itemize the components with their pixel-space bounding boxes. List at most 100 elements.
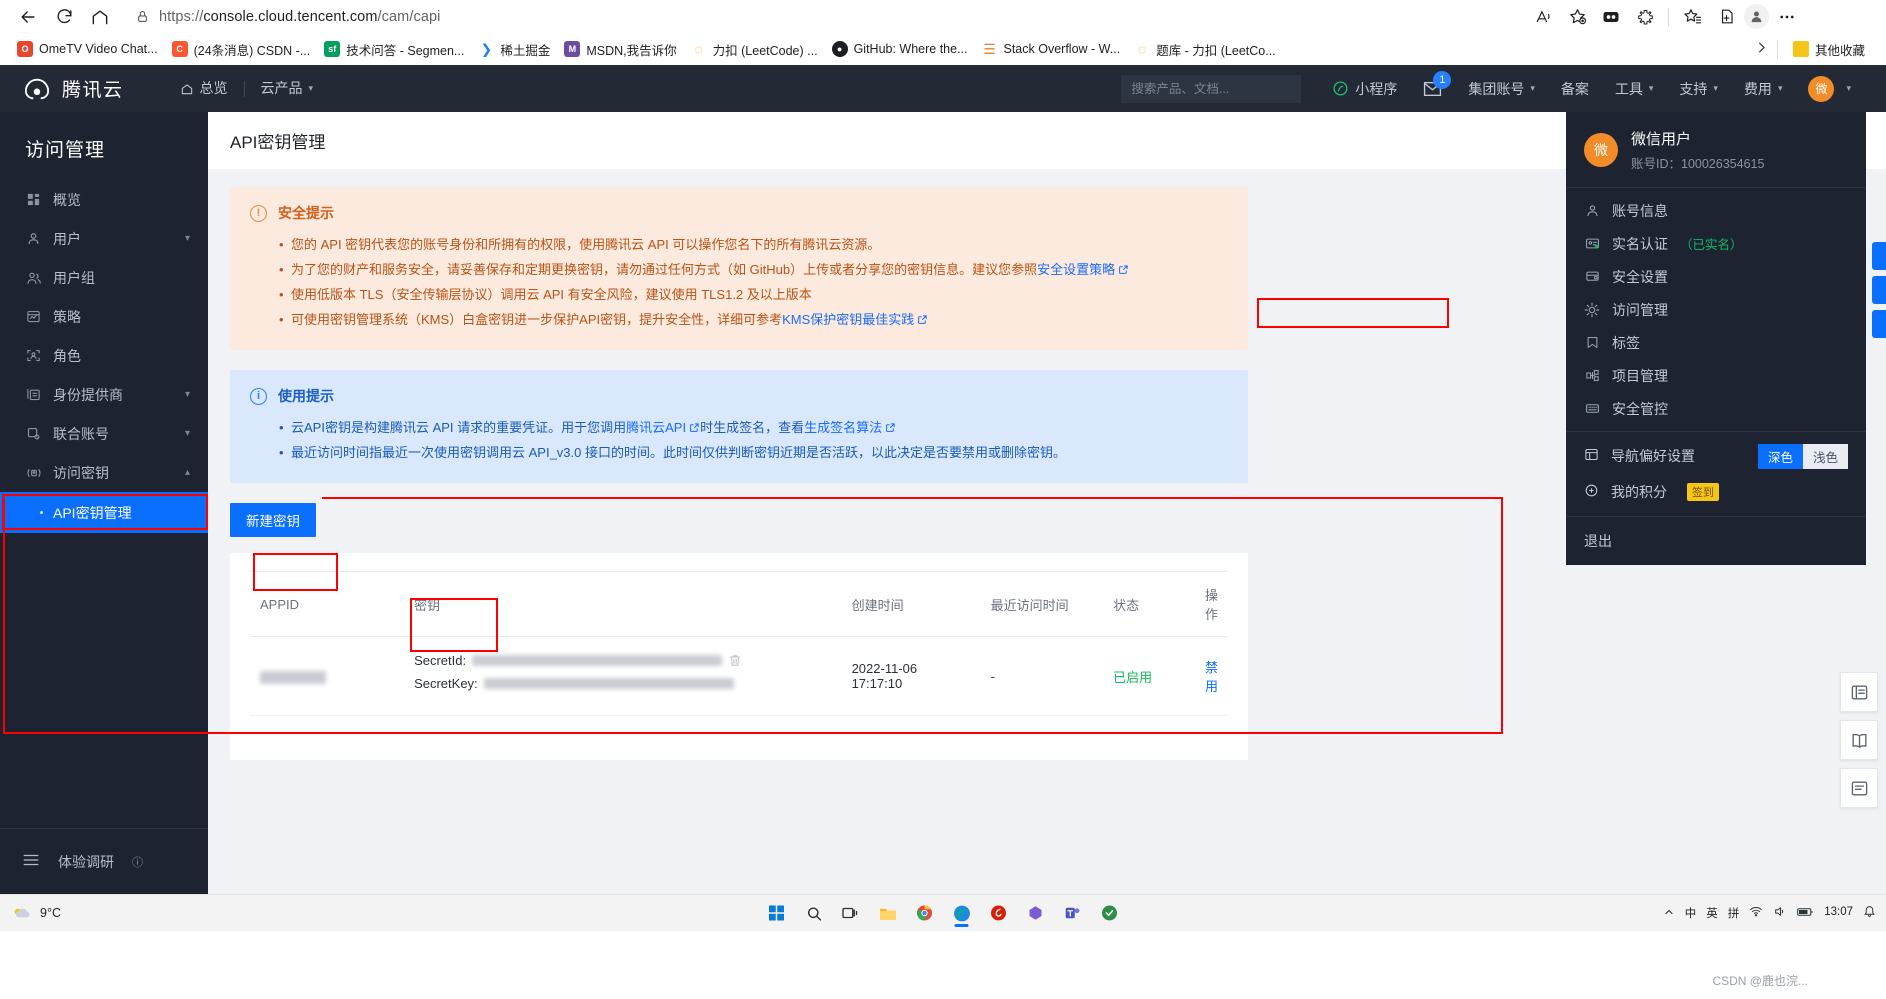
user-menu-account-info[interactable]: 账号信息 bbox=[1566, 194, 1866, 227]
user-menu-project-management[interactable]: 项目管理 bbox=[1566, 359, 1866, 392]
feedback-icon[interactable] bbox=[1840, 768, 1878, 808]
signature-algorithm-link[interactable]: 生成签名算法 bbox=[804, 420, 882, 435]
sidebar-item-identity-providers[interactable]: 身份提供商 ▾ bbox=[0, 375, 208, 414]
nav-products[interactable]: 云产品 ▾ bbox=[245, 65, 330, 112]
search-input[interactable] bbox=[1131, 82, 1292, 96]
header-billing[interactable]: 费用 ▾ bbox=[1731, 79, 1796, 99]
app-icon[interactable] bbox=[1021, 898, 1051, 928]
header-user-menu[interactable]: 微 ▾ bbox=[1795, 76, 1864, 102]
back-button[interactable] bbox=[10, 2, 46, 32]
sidebar-survey-label[interactable]: 体验调研 bbox=[58, 852, 114, 872]
user-menu-access-management[interactable]: 访问管理 bbox=[1566, 293, 1866, 326]
search-icon[interactable] bbox=[799, 898, 829, 928]
extensions-icon[interactable] bbox=[1629, 2, 1661, 32]
bookmark-item[interactable]: ◌力扣 (LeetCode) ... bbox=[684, 37, 825, 62]
address-bar[interactable]: https://console.cloud.tencent.com/cam/ca… bbox=[126, 3, 1521, 30]
taskbar-weather[interactable]: 9°C bbox=[0, 905, 61, 921]
docs-icon[interactable] bbox=[1840, 720, 1878, 760]
add-to-collection-icon[interactable] bbox=[1710, 2, 1742, 32]
settings-more-icon[interactable] bbox=[1771, 2, 1803, 32]
other-bookmarks-folder[interactable]: 其他收藏 bbox=[1786, 37, 1872, 62]
collapse-menu-icon[interactable] bbox=[22, 852, 40, 871]
header-miniprogram[interactable]: 小程序 bbox=[1319, 79, 1410, 99]
kms-best-practice-link[interactable]: KMS保护密钥最佳实践 bbox=[782, 312, 914, 327]
chrome-icon[interactable] bbox=[910, 898, 940, 928]
app2-icon[interactable] bbox=[1095, 898, 1125, 928]
user-menu-security-settings[interactable]: 安全设置 bbox=[1566, 260, 1866, 293]
stackoverflow-icon: ☰ bbox=[982, 41, 998, 57]
header-messages[interactable]: 1 bbox=[1410, 81, 1455, 97]
add-favorite-icon[interactable] bbox=[1561, 2, 1593, 32]
tray-ime-cn[interactable]: 中 bbox=[1685, 905, 1697, 921]
sidebar-label: 角色 bbox=[53, 346, 190, 366]
bookmark-item[interactable]: MMSDN,我告诉你 bbox=[557, 37, 683, 62]
header-beian[interactable]: 备案 bbox=[1548, 79, 1602, 99]
tray-volume-icon[interactable] bbox=[1773, 905, 1787, 921]
sidebar-item-federated-accounts[interactable]: 联合账号 ▾ bbox=[0, 414, 208, 453]
bookmark-item[interactable]: OOmeTV Video Chat... bbox=[10, 38, 165, 60]
user-menu-tags[interactable]: 标签 bbox=[1566, 326, 1866, 359]
tencent-cloud-logo[interactable]: 腾讯云 bbox=[22, 75, 124, 102]
create-key-button[interactable]: 新建密钥 bbox=[230, 503, 316, 537]
sidebar-item-roles[interactable]: 角色 bbox=[0, 336, 208, 375]
security-policy-link[interactable]: 安全设置策略 bbox=[1037, 262, 1115, 277]
task-view-icon[interactable] bbox=[836, 898, 866, 928]
sidebar-item-users[interactable]: 用户 ▾ bbox=[0, 219, 208, 258]
sidebar-item-overview[interactable]: 概览 bbox=[0, 180, 208, 219]
header-tools[interactable]: 工具 ▾ bbox=[1602, 79, 1667, 99]
sidebar-item-user-groups[interactable]: 用户组 bbox=[0, 258, 208, 297]
bookmark-item[interactable]: C(24条消息) CSDN -... bbox=[165, 37, 318, 62]
reload-button[interactable] bbox=[46, 2, 82, 32]
home-button[interactable] bbox=[82, 2, 118, 32]
sidebar-title: 访问管理 bbox=[0, 112, 208, 180]
user-menu-label: 标签 bbox=[1612, 333, 1640, 353]
file-explorer-icon[interactable] bbox=[873, 898, 903, 928]
checkin-badge[interactable]: 签到 bbox=[1687, 483, 1719, 501]
tray-battery-icon[interactable] bbox=[1797, 906, 1814, 921]
edge-tab-item[interactable] bbox=[1872, 276, 1886, 304]
tray-up-icon[interactable] bbox=[1663, 906, 1675, 921]
bookmark-item[interactable]: ●GitHub: Where the... bbox=[825, 38, 975, 60]
profile-avatar[interactable] bbox=[1744, 4, 1769, 29]
notification-center-icon[interactable] bbox=[1863, 905, 1876, 921]
bookmark-item[interactable]: ◌题库 - 力扣 (LeetCo... bbox=[1127, 37, 1282, 62]
user-menu-label: 项目管理 bbox=[1612, 366, 1668, 386]
info-icon: i bbox=[250, 388, 267, 405]
nav-overview[interactable]: 总览 bbox=[164, 65, 244, 112]
theme-dark-button[interactable]: 深色 bbox=[1758, 444, 1803, 469]
sidebar-item-policies[interactable]: 策略 bbox=[0, 297, 208, 336]
tray-network-icon[interactable] bbox=[1749, 905, 1763, 921]
start-icon[interactable] bbox=[762, 898, 792, 928]
console-list-icon[interactable] bbox=[1840, 672, 1878, 712]
teams-icon[interactable] bbox=[1058, 898, 1088, 928]
sidebar-item-api-key-management[interactable]: API密钥管理 bbox=[0, 492, 208, 533]
theme-light-button[interactable]: 浅色 bbox=[1803, 444, 1848, 469]
logout-button[interactable]: 退出 bbox=[1566, 516, 1866, 565]
disable-key-link[interactable]: 禁用 bbox=[1205, 660, 1218, 694]
header-support[interactable]: 支持 ▾ bbox=[1666, 79, 1731, 99]
external-link-icon bbox=[885, 416, 896, 427]
tray-ime-en[interactable]: 英 bbox=[1706, 905, 1718, 921]
edge-tab-item[interactable] bbox=[1872, 310, 1886, 338]
favorites-list-icon[interactable] bbox=[1676, 2, 1708, 32]
user-menu-security-control[interactable]: 安全管控 bbox=[1566, 392, 1866, 425]
bookmark-item[interactable]: ❯稀土掘金 bbox=[471, 37, 557, 62]
edge-icon[interactable] bbox=[947, 898, 977, 928]
netease-music-icon[interactable] bbox=[984, 898, 1014, 928]
tray-ime-pinyin[interactable]: 拼 bbox=[1728, 905, 1740, 921]
collections-split-icon[interactable] bbox=[1595, 2, 1627, 32]
sidebar-item-access-keys[interactable]: 访问密钥 ▴ bbox=[0, 453, 208, 492]
read-aloud-icon[interactable] bbox=[1527, 2, 1559, 32]
header-group-account[interactable]: 集团账号 ▾ bbox=[1455, 79, 1548, 99]
edge-tab-item[interactable] bbox=[1872, 242, 1886, 270]
tencent-api-link[interactable]: 腾讯云API bbox=[626, 420, 686, 435]
user-menu-verification[interactable]: 实名认证 （已实名） bbox=[1566, 227, 1866, 260]
bookmarks-more-icon[interactable] bbox=[1754, 40, 1769, 58]
delete-icon[interactable] bbox=[728, 653, 742, 668]
points-row[interactable]: 我的积分 签到 bbox=[1566, 474, 1866, 510]
bookmark-item[interactable]: sf技术问答 - Segmen... bbox=[317, 37, 471, 62]
bookmark-item[interactable]: ☰Stack Overflow - W... bbox=[975, 38, 1128, 60]
external-link-icon bbox=[689, 416, 700, 427]
header-search[interactable] bbox=[1121, 75, 1301, 103]
taskbar-clock[interactable]: 13:07 bbox=[1824, 906, 1853, 919]
